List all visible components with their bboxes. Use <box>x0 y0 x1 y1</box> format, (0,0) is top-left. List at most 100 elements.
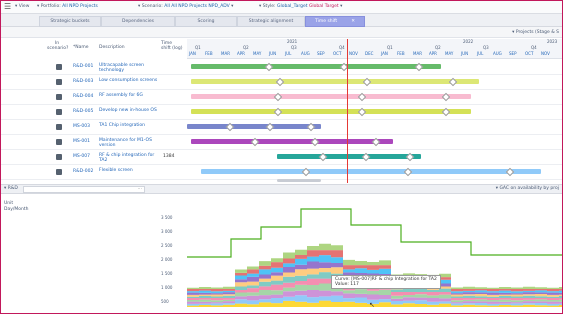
filter-input[interactable]: … <box>23 186 145 193</box>
project-name[interactable]: R&D-004 <box>73 94 93 99</box>
gantt-bar[interactable] <box>277 154 421 159</box>
month-label: NOV <box>541 51 550 56</box>
portfolio-value: All NPD Projects <box>62 4 98 9</box>
col-name[interactable]: *Name <box>73 45 89 50</box>
tab-strategic-buckets[interactable]: Strategic buckets <box>39 16 101 27</box>
project-description: TA1 Chip integration <box>99 123 146 128</box>
table-row[interactable]: MS-001 Maintenance for M1-OS version <box>1 135 562 150</box>
resource-chart-panel: Unit Day/Month 3 500 3 000 2 500 2 000 1 500… <box>1 197 562 313</box>
month-label: SEP <box>317 51 325 56</box>
portfolio-select[interactable]: ▾ Portfolio: All NPD Projects <box>37 4 98 9</box>
table-row[interactable]: R&D-004 RF assembly for 6G <box>1 90 562 105</box>
month-label: MAY <box>445 51 454 56</box>
project-description: Ultracapable screen technology <box>99 63 145 73</box>
rd-label: ▾ R&D <box>4 186 18 191</box>
subheader: ▾ Projects (Stage & S <box>1 27 562 38</box>
table-row[interactable]: R&D-003 Low consumption screens <box>1 75 562 90</box>
style-value: Global_Target <box>276 4 308 9</box>
portfolio-label: Portfolio: <box>40 4 61 9</box>
style-select[interactable]: ▾ Style: Global_Target Global Target ▾ <box>259 4 342 9</box>
tab-strategic-alignment[interactable]: Strategic alignment <box>237 16 305 27</box>
quarter-label: Q4 <box>531 45 537 50</box>
col-time-shift[interactable]: Time shift (log) <box>161 41 183 51</box>
project-description: RF assembly for 6G <box>99 93 143 98</box>
month-label: NOV <box>349 51 358 56</box>
tab-dependencies[interactable]: Dependencies <box>101 16 175 27</box>
project-name[interactable]: MS-003 <box>73 124 90 129</box>
view-label: View <box>18 4 30 9</box>
month-label: JUL <box>477 51 484 56</box>
availability-label: ▾ GAC on availability by proj <box>495 186 559 191</box>
month-label: SEP <box>509 51 517 56</box>
projects-label: ▾ Projects (Stage & S <box>512 30 559 35</box>
tab-scoring[interactable]: Scoring <box>175 16 237 27</box>
menu-icon[interactable]: ☰ <box>4 2 11 11</box>
gantt-bar[interactable] <box>187 124 321 129</box>
month-label: DEC <box>365 51 374 56</box>
table-row[interactable]: MS-007 RF & chip integration for TA2 1384 <box>1 150 562 165</box>
style-extra: Global Target <box>308 4 339 9</box>
gantt-bar[interactable] <box>191 94 471 99</box>
in-scenario-checkbox[interactable] <box>56 169 62 175</box>
scenario-label: Scenario: <box>141 4 163 9</box>
quarter-label: Q1 <box>387 45 393 50</box>
gantt-bar[interactable] <box>191 139 393 144</box>
in-scenario-checkbox[interactable] <box>56 79 62 85</box>
project-name[interactable]: MS-001 <box>73 139 90 144</box>
in-scenario-checkbox[interactable] <box>56 124 62 130</box>
project-name[interactable]: MS-007 <box>73 154 90 159</box>
table-row[interactable]: R&D-001 Ultracapable screen technology <box>1 60 562 75</box>
gantt-bar[interactable] <box>191 64 441 69</box>
month-label: OCT <box>525 51 534 56</box>
in-scenario-checkbox[interactable] <box>56 64 62 70</box>
scenario-value: All All NPD Projects NPD_ADV <box>164 4 230 9</box>
in-scenario-checkbox[interactable] <box>56 154 62 160</box>
app-window: ☰ ▾ View ▾ Portfolio: All NPD Projects ▾… <box>0 0 563 314</box>
in-scenario-checkbox[interactable] <box>56 139 62 145</box>
year-label: 2021 <box>287 39 298 44</box>
close-icon[interactable]: ✕ <box>351 19 355 24</box>
gantt-bar[interactable] <box>201 169 541 174</box>
today-line <box>347 39 348 183</box>
style-label: Style: <box>262 4 276 9</box>
project-name[interactable]: R&D-005 <box>73 109 93 114</box>
in-scenario-checkbox[interactable] <box>56 94 62 100</box>
month-label: JUN <box>461 51 469 56</box>
in-scenario-checkbox[interactable] <box>56 109 62 115</box>
project-description: Flexible screen <box>99 168 133 173</box>
project-name[interactable]: R&D-003 <box>73 79 93 84</box>
bottom-panel-header: ▾ R&D … ▾ GAC on availability by proj <box>1 184 562 194</box>
quarter-label: Q3 <box>291 45 297 50</box>
table-row[interactable]: R&D-005 Develop new in-house OS <box>1 105 562 120</box>
horizontal-scrollbar[interactable] <box>277 179 321 182</box>
mouse-cursor-icon: ↖ <box>369 301 375 309</box>
tab-time-shift[interactable]: Time shift ✕ <box>305 16 365 27</box>
view-menu[interactable]: ▾ View <box>15 4 29 9</box>
col-description[interactable]: Description <box>99 45 125 50</box>
quarter-label: Q2 <box>243 45 249 50</box>
tooltip-value: Value: 117 <box>335 282 359 287</box>
col-in-scenario[interactable]: In scenario? <box>47 41 68 51</box>
month-label: AUG <box>493 51 502 56</box>
gantt-bar[interactable] <box>191 109 471 114</box>
project-description: RF & chip integration for TA2 <box>99 153 155 163</box>
month-label: FEB <box>397 51 405 56</box>
table-row[interactable]: R&D-002 Flexible screen <box>1 165 562 180</box>
quarter-label: Q4 <box>339 45 345 50</box>
time-shift-value[interactable]: 1384 <box>163 154 174 159</box>
month-label: MAR <box>413 51 422 56</box>
month-label: APR <box>237 51 245 56</box>
month-label: MAR <box>221 51 230 56</box>
stacked-area-chart <box>187 208 562 307</box>
year-label: 2023 <box>547 39 558 44</box>
quarter-label: Q3 <box>483 45 489 50</box>
month-label: OCT <box>333 51 342 56</box>
month-label: AUG <box>301 51 310 56</box>
month-label: JAN <box>189 51 196 56</box>
project-name[interactable]: R&D-002 <box>73 169 93 174</box>
project-name[interactable]: R&D-001 <box>73 64 93 69</box>
scenario-select[interactable]: ▾ Scenario: All All NPD Projects NPD_ADV… <box>138 4 233 9</box>
gantt-bar[interactable] <box>191 79 479 84</box>
table-row[interactable]: MS-003 TA1 Chip integration <box>1 120 562 135</box>
tab-bar: Strategic buckets Dependencies Scoring S… <box>1 14 562 27</box>
